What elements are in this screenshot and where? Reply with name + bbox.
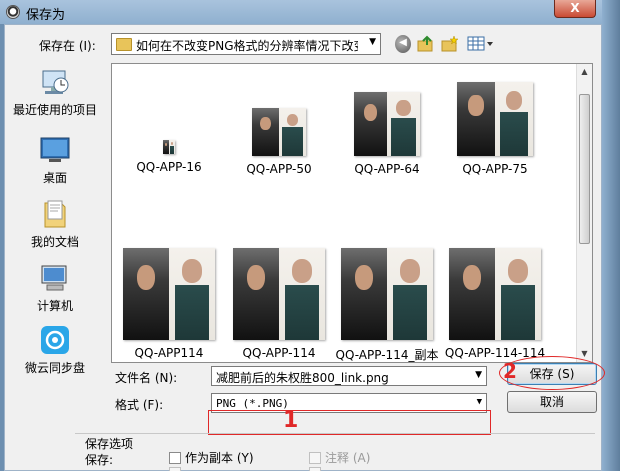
save-options-title: 保存选项 (85, 437, 134, 451)
cut-off-option-row (309, 467, 369, 471)
file-thumbnail (252, 108, 306, 156)
filename-label: 文件名 (N): (115, 371, 178, 385)
file-name: QQ-APP-16 (136, 160, 202, 174)
place-recent-items[interactable]: 最近使用的项目 (5, 67, 105, 118)
file-thumbnail (354, 92, 420, 156)
file-item[interactable]: QQ-APP-114 (226, 248, 332, 360)
back-icon[interactable]: ◀ (395, 35, 411, 53)
checkbox-label: 注释 (A) (325, 451, 371, 465)
file-name: QQ-APP-114_副本 (335, 348, 439, 362)
checkbox-box[interactable] (169, 451, 181, 464)
file-name: QQ-APP-75 (462, 162, 528, 176)
file-item[interactable]: QQ-APP114 (116, 248, 222, 360)
file-thumbnail (233, 248, 325, 340)
chevron-down-icon: ▼ (369, 37, 376, 47)
cancel-button[interactable]: 取消 (507, 391, 597, 413)
file-item[interactable]: QQ-APP-114-114 (442, 248, 548, 360)
place-desktop[interactable]: 桌面 (5, 135, 105, 186)
save-in-path: 如何在不改变PNG格式的分辨率情况下改变 (136, 39, 358, 53)
file-thumbnail (457, 82, 533, 156)
computer-icon (39, 263, 71, 293)
highlight-box (208, 410, 491, 435)
file-name: QQ-APP-64 (354, 162, 420, 176)
place-label: 计算机 (36, 299, 73, 313)
file-item[interactable]: QQ-APP-16 (116, 140, 222, 174)
close-button[interactable]: X (554, 0, 596, 18)
window-frame-edge (602, 0, 620, 471)
window-title: 保存为 (26, 8, 66, 23)
recent-items-icon (39, 67, 71, 97)
format-value: PNG (*.PNG) (216, 397, 289, 410)
app-icon (6, 5, 20, 19)
chevron-down-icon[interactable]: ▼ (475, 370, 482, 380)
file-thumbnail (449, 248, 541, 340)
folder-icon (116, 38, 132, 51)
file-thumbnail (163, 140, 175, 154)
save-label: 保存: (85, 453, 114, 467)
title-bar: 保存为 X (0, 0, 620, 24)
chevron-down-icon[interactable]: ▼ (477, 397, 482, 407)
file-item[interactable]: QQ-APP-75 (442, 82, 548, 176)
desktop-icon (39, 135, 71, 165)
documents-icon (39, 199, 71, 229)
filename-value: 减肥前后的朱权胜800_link.png (216, 371, 389, 385)
file-thumbnail (341, 248, 433, 340)
save-in-dropdown[interactable]: 如何在不改变PNG格式的分辨率情况下改变 ▼ (111, 33, 381, 55)
file-item[interactable]: QQ-APP-64 (334, 92, 440, 176)
place-computer[interactable]: 计算机 (5, 263, 105, 314)
format-label: 格式 (F): (115, 398, 164, 412)
step-marker-1: 1 (283, 408, 299, 433)
file-thumbnail (123, 248, 215, 340)
file-name: QQ-APP-50 (246, 162, 312, 176)
place-label: 微云同步盘 (24, 361, 85, 375)
checkbox-label: 作为副本 (Y) (185, 451, 254, 465)
place-label: 最近使用的项目 (12, 103, 97, 117)
place-weiyun[interactable]: 微云同步盘 (5, 325, 105, 376)
cut-off-option-row (169, 467, 289, 471)
file-list-view[interactable]: QQ-APP-16 QQ-APP-50 QQ-APP-64 QQ-APP-75 … (111, 63, 593, 363)
step-marker-2: 2 (503, 359, 517, 383)
file-item[interactable]: QQ-APP-114_副本 (334, 248, 440, 362)
weiyun-icon (39, 325, 71, 355)
filename-input[interactable]: 减肥前后的朱权胜800_link.png ▼ (211, 366, 487, 386)
file-name: QQ-APP-114 (242, 346, 316, 360)
checkbox-box (309, 451, 321, 464)
up-folder-icon[interactable] (417, 35, 435, 53)
file-item[interactable]: QQ-APP-50 (226, 108, 332, 176)
view-menu-icon[interactable] (467, 35, 495, 53)
place-label: 桌面 (42, 171, 67, 185)
place-label: 我的文档 (30, 235, 79, 249)
file-name: QQ-APP114 (134, 346, 204, 360)
notes-checkbox: 注释 (A) (309, 449, 370, 465)
new-folder-icon[interactable] (441, 35, 459, 53)
save-in-label: 保存在 (I): (39, 39, 96, 53)
places-bar: 最近使用的项目 桌面 我的文档 计算机 微云同步盘 (5, 63, 105, 403)
scroll-up-icon[interactable]: ▲ (577, 64, 592, 80)
vertical-scrollbar[interactable]: ▲ ▼ (576, 64, 592, 362)
place-documents[interactable]: 我的文档 (5, 199, 105, 250)
scrollbar-thumb[interactable] (579, 94, 590, 244)
as-copy-checkbox[interactable]: 作为副本 (Y) (169, 449, 254, 465)
dialog-body: 保存在 (I): 如何在不改变PNG格式的分辨率情况下改变 ▼ ◀ 最近使用的项… (4, 24, 605, 471)
